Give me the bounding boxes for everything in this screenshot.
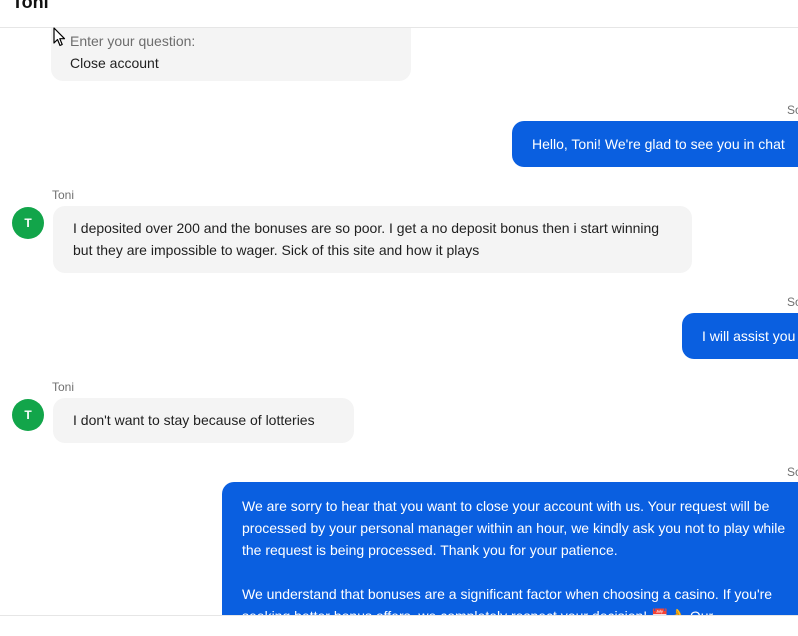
user-message-text: I deposited over 200 and the bonuses are… bbox=[73, 220, 660, 258]
chat-title: Toni bbox=[12, 0, 49, 12]
message-feed[interactable]: Enter your question: Close account So He… bbox=[0, 28, 798, 615]
user-sender-name: Toni bbox=[52, 380, 75, 394]
agent-message-bubble: We are sorry to hear that you want to cl… bbox=[222, 482, 798, 615]
agent-sender-name: So bbox=[787, 465, 798, 479]
question-form-value: Close account bbox=[70, 55, 159, 71]
question-form-bubble: Enter your question: Close account bbox=[51, 28, 411, 81]
agent-message-bubble: I will assist you bbox=[682, 313, 798, 359]
user-avatar: T bbox=[12, 399, 44, 431]
user-avatar: T bbox=[12, 207, 44, 239]
user-message-bubble: I deposited over 200 and the bonuses are… bbox=[53, 206, 692, 273]
mouse-pointer-icon bbox=[53, 27, 66, 47]
agent-message-text: I will assist you bbox=[702, 328, 796, 344]
question-form-label: Enter your question: bbox=[70, 33, 196, 49]
user-message-text: I don't want to stay because of lotterie… bbox=[73, 412, 315, 428]
user-message-bubble: I don't want to stay because of lotterie… bbox=[53, 398, 354, 443]
composer-area bbox=[0, 615, 798, 636]
agent-message-paragraph: We understand that bonuses are a signifi… bbox=[242, 586, 773, 615]
agent-message-paragraph: We are sorry to hear that you want to cl… bbox=[242, 498, 786, 558]
agent-sender-name: So bbox=[787, 103, 798, 117]
agent-message-bubble: Hello, Toni! We're glad to see you in ch… bbox=[512, 121, 798, 167]
user-sender-name: Toni bbox=[52, 188, 75, 202]
agent-message-text: Hello, Toni! We're glad to see you in ch… bbox=[532, 136, 785, 152]
chat-header: Toni bbox=[0, 0, 798, 28]
agent-sender-name: So bbox=[787, 295, 798, 309]
